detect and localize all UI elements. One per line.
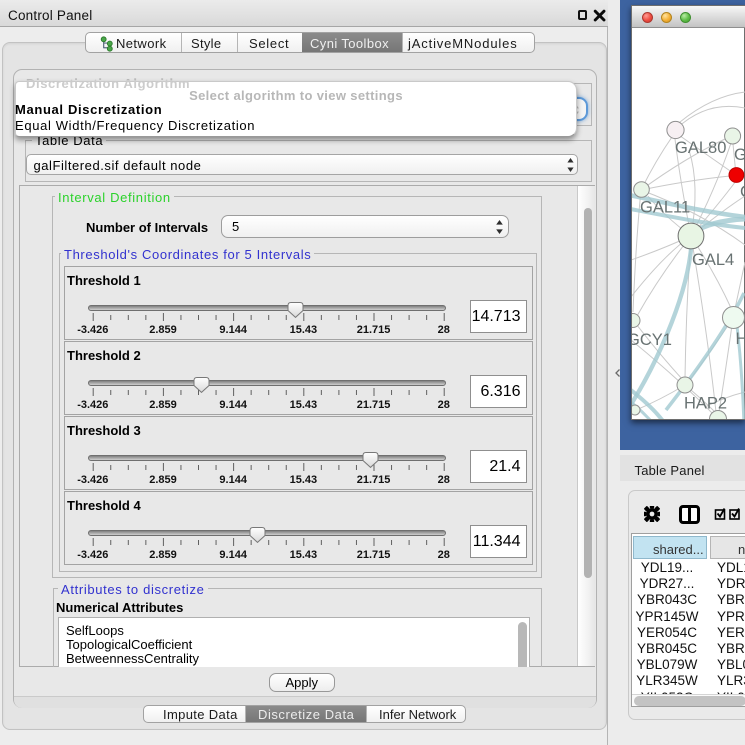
svg-text:GA: GA [734,146,745,164]
svg-text:C: C [740,183,745,201]
svg-text:GAL4: GAL4 [692,251,734,269]
svg-text:HAP2: HAP2 [684,394,727,412]
svg-text:GAL80: GAL80 [675,139,726,157]
svg-text:GAL11: GAL11 [640,199,690,217]
svg-text:H: H [736,330,745,348]
svg-text:GCY1: GCY1 [632,331,672,349]
